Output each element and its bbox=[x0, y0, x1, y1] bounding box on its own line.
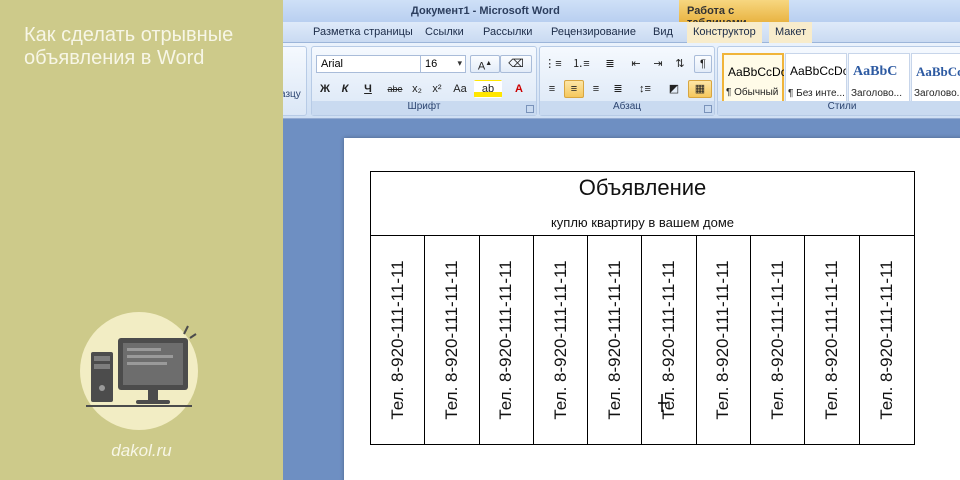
decrease-indent-icon[interactable]: ⇤ bbox=[626, 55, 646, 73]
tear-off-strip[interactable]: Тел. 8-920-111-11-11 bbox=[751, 236, 806, 444]
group-fragment-label: азцу bbox=[283, 89, 301, 100]
phone-number: Тел. 8-920-111-11-11 bbox=[822, 260, 842, 420]
document-page[interactable]: Объявление куплю квартиру в вашем доме Т… bbox=[344, 138, 960, 480]
group-styles-label: Стили bbox=[718, 101, 960, 115]
promo-title: Как сделать отрывные объявления в Word bbox=[24, 24, 234, 69]
style-normal[interactable]: AaBbCcDc ¶ Обычный bbox=[722, 53, 784, 103]
align-center-icon[interactable]: ≡ bbox=[564, 80, 584, 98]
promo-panel: Как сделать отрывные объявления в Word d… bbox=[0, 0, 283, 480]
change-case-button[interactable]: Aa bbox=[448, 80, 472, 98]
ad-table[interactable]: Объявление куплю квартиру в вашем доме Т… bbox=[370, 171, 915, 445]
highlight-icon[interactable]: ab bbox=[474, 80, 502, 98]
phone-number: Тел. 8-920-111-11-11 bbox=[767, 260, 787, 420]
style-name: ¶ Без инте... bbox=[788, 88, 845, 99]
style-sample: AaBbCcDc bbox=[790, 64, 846, 78]
ad-header-cell[interactable]: Объявление куплю квартиру в вашем доме bbox=[371, 172, 914, 236]
phone-number: Тел. 8-920-111-11-11 bbox=[604, 260, 624, 420]
group-clipboard-partial: азцу bbox=[283, 46, 307, 116]
word-window: Документ1 - Microsoft Word Работа с табл… bbox=[283, 0, 960, 480]
tear-off-strip[interactable]: Тел. 8-920-111-11-11 bbox=[480, 236, 534, 444]
tab-design[interactable]: Конструктор bbox=[687, 22, 762, 43]
site-name: dakol.ru bbox=[111, 441, 172, 460]
increase-indent-icon[interactable]: ⇥ bbox=[648, 55, 668, 73]
ad-title: Объявление bbox=[578, 175, 707, 200]
group-font-label: Шрифт bbox=[312, 101, 536, 115]
ribbon: азцу Arial ▾ 16 ▾ A▲ ⌫ Ж К Ч abe x₂ x² A… bbox=[283, 43, 960, 119]
subscript-button[interactable]: x₂ bbox=[408, 80, 426, 98]
tear-off-strip[interactable]: Тел. 8-920-111-11-11 bbox=[805, 236, 860, 444]
tear-off-strip[interactable]: Тел. 8-920-111-11-11 bbox=[534, 236, 589, 444]
dialog-launcher-icon[interactable] bbox=[704, 105, 712, 113]
tear-off-strip[interactable]: Тел. 8-920-111-11-11 bbox=[425, 236, 480, 444]
title-bar: Документ1 - Microsoft Word Работа с табл… bbox=[283, 0, 960, 29]
computer-icon bbox=[86, 325, 197, 407]
pilcrow-icon[interactable]: ¶ bbox=[694, 55, 712, 73]
group-styles: AaBbCcDc ¶ Обычный AaBbCcDc ¶ Без инте..… bbox=[717, 46, 960, 116]
ad-subtitle: куплю квартиру в вашем доме bbox=[550, 215, 735, 230]
group-paragraph-label: Абзац bbox=[540, 101, 714, 115]
tab-view[interactable]: Вид bbox=[653, 26, 673, 38]
phone-number: Тел. 8-920-111-11-11 bbox=[876, 260, 896, 420]
style-name: Заголово... bbox=[914, 88, 960, 99]
bullets-icon[interactable]: ⋮≡ bbox=[542, 55, 564, 73]
italic-button[interactable]: К bbox=[336, 80, 354, 98]
underline-button[interactable]: Ч bbox=[356, 80, 380, 98]
group-paragraph: ⋮≡ ⒈≡ ≣ ⇤ ⇥ ⇅ ¶ ≡ ≡ ≡ ≣ ↕≡ ◩ ▦ Абзац bbox=[539, 46, 715, 116]
phone-number: Тел. 8-920-111-11-11 bbox=[550, 260, 570, 420]
style-no-spacing[interactable]: AaBbCcDc ¶ Без инте... bbox=[785, 53, 847, 103]
tab-page-layout[interactable]: Разметка страницы bbox=[313, 26, 413, 38]
tab-layout[interactable]: Макет bbox=[769, 22, 813, 43]
tear-off-strip[interactable]: Тел. 8-920-111-11-11 bbox=[860, 236, 914, 444]
window-title: Документ1 - Microsoft Word bbox=[411, 5, 560, 17]
font-color-icon[interactable]: A bbox=[506, 80, 532, 98]
line-spacing-icon[interactable]: ↕≡ bbox=[632, 80, 658, 98]
phone-number: Тел. 8-920-111-11-11 bbox=[387, 260, 407, 420]
align-right-icon[interactable]: ≡ bbox=[586, 80, 606, 98]
align-left-icon[interactable]: ≡ bbox=[542, 80, 562, 98]
style-name: Заголово... bbox=[851, 88, 902, 99]
dialog-launcher-icon[interactable] bbox=[526, 105, 534, 113]
font-size-value: 16 bbox=[425, 58, 438, 70]
phone-number: Тел. 8-920-111-11-11 bbox=[496, 260, 516, 420]
font-size-select[interactable]: 16 ▾ bbox=[420, 55, 466, 73]
multilevel-list-icon[interactable]: ≣ bbox=[598, 55, 622, 73]
tab-references[interactable]: Ссылки bbox=[425, 26, 464, 38]
strikethrough-button[interactable]: abe bbox=[384, 80, 406, 98]
style-sample: AaBbC bbox=[853, 64, 898, 79]
tab-review[interactable]: Рецензирование bbox=[551, 26, 636, 38]
chevron-down-icon: ▾ bbox=[457, 58, 462, 68]
superscript-button[interactable]: x² bbox=[428, 80, 446, 98]
style-sample: AaBbCcDc bbox=[728, 65, 784, 79]
font-name-value: Arial bbox=[321, 58, 344, 70]
style-heading-1[interactable]: AaBbC Заголово... bbox=[848, 53, 910, 103]
numbering-icon[interactable]: ⒈≡ bbox=[568, 55, 594, 73]
justify-icon[interactable]: ≣ bbox=[608, 80, 628, 98]
style-name: ¶ Обычный bbox=[726, 87, 779, 98]
sort-icon[interactable]: ⇅ bbox=[670, 55, 690, 73]
tab-mailings[interactable]: Рассылки bbox=[483, 26, 532, 38]
style-heading-2[interactable]: AaBbCc Заголово... bbox=[911, 53, 960, 103]
style-sample: AaBbCc bbox=[916, 64, 960, 79]
borders-icon[interactable]: ▦ bbox=[688, 80, 712, 98]
tear-off-strip[interactable]: Тел. 8-920-111-11-11 bbox=[371, 236, 426, 444]
tear-off-strip[interactable]: Тел. 8-920-111-11-11 bbox=[697, 236, 752, 444]
eraser-icon[interactable]: ⌫ bbox=[500, 55, 532, 73]
tear-off-strip[interactable]: Тел. 8-920-111-11-11 bbox=[588, 236, 643, 444]
ribbon-tabs: Разметка страницы Ссылки Рассылки Реценз… bbox=[283, 22, 960, 43]
bold-button[interactable]: Ж bbox=[316, 80, 334, 98]
group-font: Arial ▾ 16 ▾ A▲ ⌫ Ж К Ч abe x₂ x² Aa ab … bbox=[311, 46, 537, 116]
phone-number: Тел. 8-920-111-11-11 bbox=[441, 260, 461, 420]
shading-icon[interactable]: ◩ bbox=[662, 80, 686, 98]
tear-off-strip[interactable]: Тел. 8-920-111-11-11 bbox=[643, 236, 697, 444]
phone-number: Тел. 8-920-111-11-11 bbox=[713, 260, 733, 420]
context-title-bar: Работа с таблицами bbox=[679, 0, 789, 29]
grow-font-button[interactable]: A▲ bbox=[470, 55, 500, 73]
text-cursor-icon bbox=[658, 394, 666, 412]
